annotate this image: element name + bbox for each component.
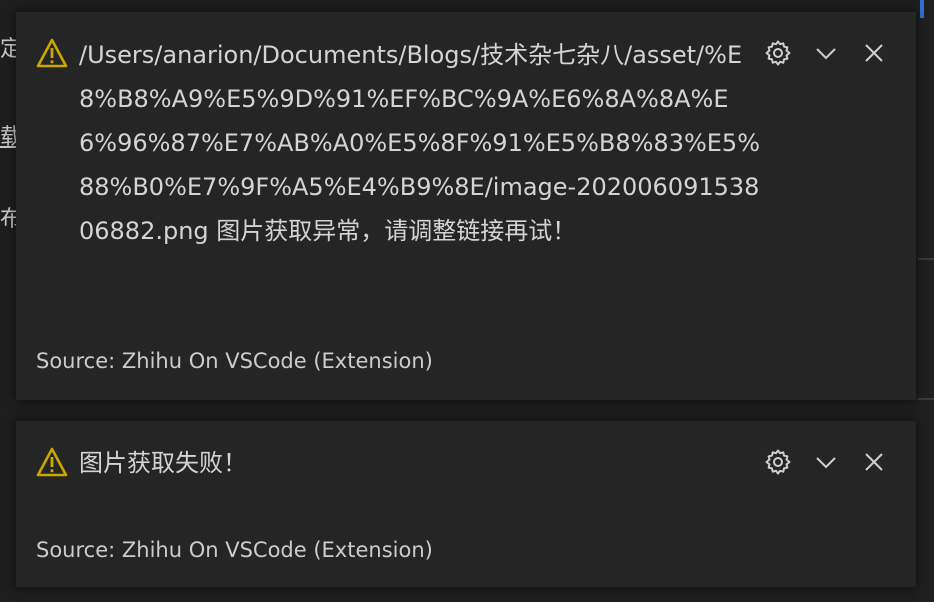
notification-message: /Users/anarion/Documents/Blogs/技术杂七杂八/as… — [79, 41, 760, 245]
notification-toast: /Users/anarion/Documents/Blogs/技术杂七杂八/as… — [16, 12, 916, 400]
scrollbar-marker — [918, 398, 934, 400]
close-notification-button[interactable] — [858, 38, 890, 68]
configure-notification-button[interactable] — [762, 447, 794, 477]
configure-notification-button[interactable] — [762, 38, 794, 68]
vscode-window: 定 载/ 布 /Users/anarion/Documents/Blogs/技术… — [0, 0, 934, 602]
warning-icon — [36, 38, 68, 68]
collapse-notification-button[interactable] — [810, 38, 842, 68]
scrollbar-accent — [920, 0, 924, 18]
notification-actions — [760, 447, 900, 477]
chevron-down-icon — [816, 48, 836, 60]
notification-source: Source: Zhihu On VSCode (Extension) — [36, 538, 433, 562]
notification-toast: 图片获取失败！ Source: Zhihu On VSCode (Extensi… — [16, 421, 916, 587]
collapse-notification-button[interactable] — [810, 447, 842, 477]
scrollbar-marker — [918, 258, 934, 260]
gear-icon — [765, 40, 791, 66]
editor-scrollbar[interactable] — [916, 0, 934, 602]
notification-actions — [760, 38, 900, 68]
close-icon — [865, 44, 883, 62]
warning-icon — [36, 447, 68, 477]
notification-source: Source: Zhihu On VSCode (Extension) — [36, 349, 433, 373]
gear-icon — [765, 449, 791, 475]
close-notification-button[interactable] — [858, 447, 890, 477]
chevron-down-icon — [816, 457, 836, 469]
notification-message: 图片获取失败！ — [79, 449, 247, 477]
close-icon — [865, 453, 883, 471]
